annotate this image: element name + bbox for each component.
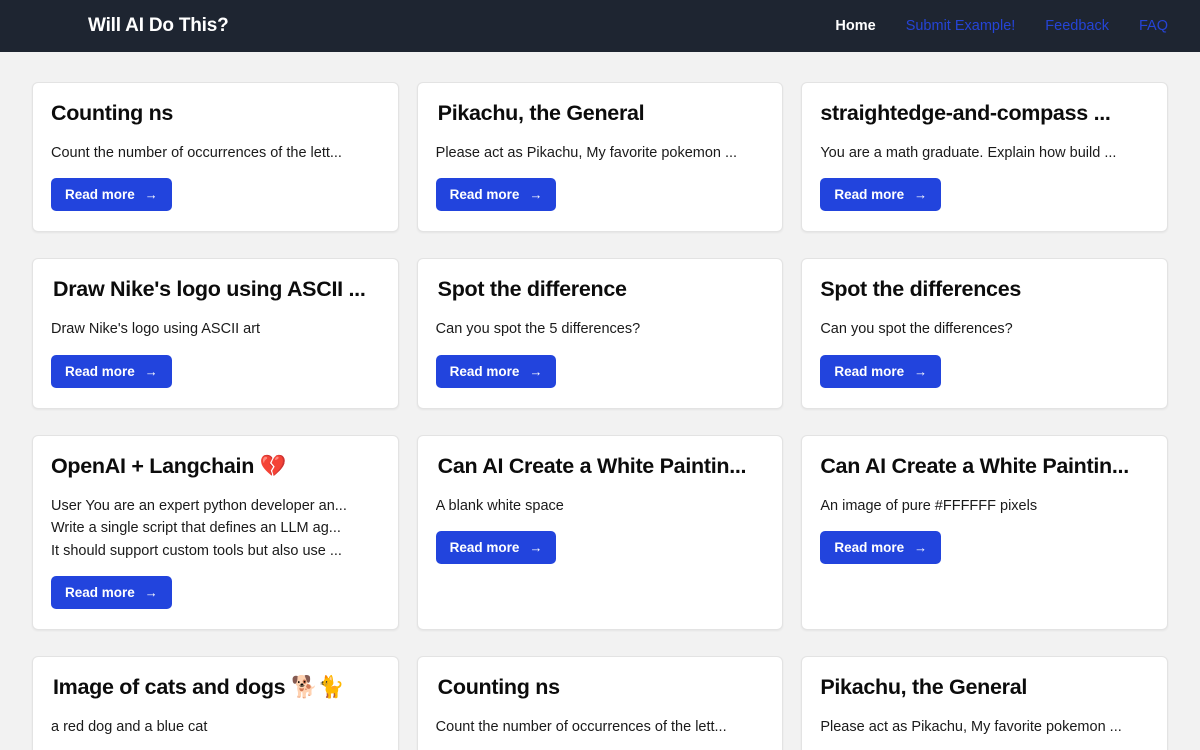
card-item[interactable]: Pikachu, the General Please act as Pikac… — [801, 656, 1168, 750]
card-description: Please act as Pikachu, My favorite pokem… — [820, 716, 1149, 738]
arrow-right-icon: → — [144, 187, 158, 203]
card-description: Can you spot the differences? — [820, 318, 1149, 340]
card-description: Draw Nike's logo using ASCII art — [51, 318, 380, 340]
site-brand: Will AI Do This? — [88, 15, 229, 36]
card-item[interactable]: Pikachu, the General Please act as Pikac… — [416, 82, 784, 233]
read-more-label: Read more — [449, 363, 520, 379]
read-more-label: Read more — [834, 187, 905, 203]
card-description-line: A blank white space — [435, 497, 564, 514]
read-more-label: Read more — [449, 187, 520, 203]
arrow-right-icon: → — [144, 585, 158, 601]
nav-link-faq[interactable]: FAQ — [1139, 18, 1168, 34]
nav-links: Home Submit Example! Feedback FAQ — [835, 18, 1168, 34]
card-item[interactable]: Spot the difference Can you spot the 5 d… — [416, 258, 784, 409]
arrow-right-icon: → — [529, 363, 543, 379]
card-description-line: User You are an expert python developer … — [51, 497, 347, 514]
card-description: Count the number of occurrences of the l… — [51, 142, 380, 164]
card-description-line: Write a single script that defines an LL… — [51, 520, 341, 537]
card-description-line: Please act as Pikachu, My favorite pokem… — [820, 719, 1122, 736]
card-description-line: Can you spot the differences? — [820, 321, 1013, 338]
arrow-right-icon: → — [914, 363, 928, 379]
read-more-label: Read more — [65, 187, 135, 203]
card-title: straightedge-and-compass ... — [820, 101, 1111, 125]
read-more-button[interactable]: Read more → — [51, 178, 172, 212]
nav-link-home[interactable]: Home — [835, 18, 875, 34]
read-more-label: Read more — [65, 585, 135, 601]
card-item[interactable]: Draw Nike's logo using ASCII ... Draw Ni… — [32, 258, 399, 409]
card-description-line: Count the number of occurrences of the l… — [435, 719, 727, 736]
card-description: You are a math graduate. Explain how bui… — [820, 142, 1149, 164]
arrow-right-icon: → — [529, 540, 543, 556]
read-more-label: Read more — [834, 540, 905, 556]
card-description-line: Draw Nike's logo using ASCII art — [51, 321, 261, 338]
read-more-button[interactable]: Read more → — [820, 178, 942, 212]
read-more-button[interactable]: Read more → — [820, 531, 942, 565]
nav-link-submit-example[interactable]: Submit Example! — [906, 18, 1016, 34]
read-more-button[interactable]: Read more → — [51, 354, 172, 388]
read-more-button[interactable]: Read more → — [51, 576, 172, 610]
read-more-label: Read more — [449, 540, 520, 556]
card-item[interactable]: Counting ns Count the number of occurren… — [416, 656, 784, 750]
arrow-right-icon: → — [914, 187, 928, 203]
card-description: Can you spot the 5 differences? — [436, 318, 765, 340]
arrow-right-icon: → — [144, 363, 158, 379]
card-description-line: You are a math graduate. Explain how bui… — [820, 145, 1117, 161]
card-description-line: Please act as Pikachu, My favorite pokem… — [435, 145, 738, 161]
card-title: Image of cats and dogs 🐕🐈 — [53, 675, 344, 700]
top-navbar: Will AI Do This? Home Submit Example! Fe… — [0, 0, 1200, 52]
card-title: Can AI Create a White Paintin... — [437, 453, 747, 478]
card-item[interactable]: OpenAI + Langchain 💔 User You are an exp… — [32, 434, 399, 631]
card-description-line: An image of pure #FFFFFF pixels — [820, 497, 1038, 514]
card-title: Spot the difference — [437, 277, 627, 302]
card-description-line: It should support custom tools but also … — [51, 542, 342, 559]
card-description-line: Count the number of occurrences of the l… — [51, 145, 342, 161]
card-grid: Counting ns Count the number of occurren… — [0, 52, 1200, 750]
arrow-right-icon: → — [914, 540, 928, 556]
card-description: A blank white space — [436, 495, 765, 517]
read-more-button[interactable]: Read more → — [820, 354, 942, 388]
card-description: An image of pure #FFFFFF pixels — [820, 495, 1149, 517]
read-more-label: Read more — [65, 363, 135, 379]
card-description-line: Can you spot the 5 differences? — [435, 321, 641, 338]
card-item[interactable]: Can AI Create a White Paintin... A blank… — [416, 434, 784, 631]
arrow-right-icon: → — [529, 187, 543, 203]
card-title: Spot the differences — [820, 277, 1022, 302]
card-description: Count the number of occurrences of the l… — [436, 716, 765, 738]
read-more-label: Read more — [834, 363, 905, 379]
card-title: OpenAI + Langchain 💔 — [51, 453, 287, 478]
read-more-button[interactable]: Read more → — [435, 178, 557, 212]
card-item[interactable]: Can AI Create a White Paintin... An imag… — [801, 434, 1168, 631]
card-title: Draw Nike's logo using ASCII ... — [53, 277, 366, 302]
card-description: a red dog and a blue cat — [51, 716, 380, 738]
read-more-button[interactable]: Read more → — [435, 531, 557, 565]
card-item[interactable]: Image of cats and dogs 🐕🐈 a red dog and … — [32, 656, 399, 750]
nav-link-feedback[interactable]: Feedback — [1045, 18, 1109, 34]
card-item[interactable]: Counting ns Count the number of occurren… — [32, 82, 399, 233]
card-title: Counting ns — [51, 101, 174, 125]
card-title: Counting ns — [437, 675, 560, 700]
read-more-button[interactable]: Read more → — [435, 354, 557, 388]
card-item[interactable]: Spot the differences Can you spot the di… — [801, 258, 1168, 409]
card-item[interactable]: straightedge-and-compass ... You are a m… — [801, 82, 1168, 233]
card-description: Please act as Pikachu, My favorite pokem… — [436, 142, 765, 164]
card-title: Can AI Create a White Paintin... — [820, 453, 1129, 478]
card-description: User You are an expert python developer … — [51, 495, 380, 562]
card-description-line: a red dog and a blue cat — [51, 719, 208, 736]
card-title: Pikachu, the General — [437, 101, 645, 125]
card-title: Pikachu, the General — [820, 675, 1028, 700]
